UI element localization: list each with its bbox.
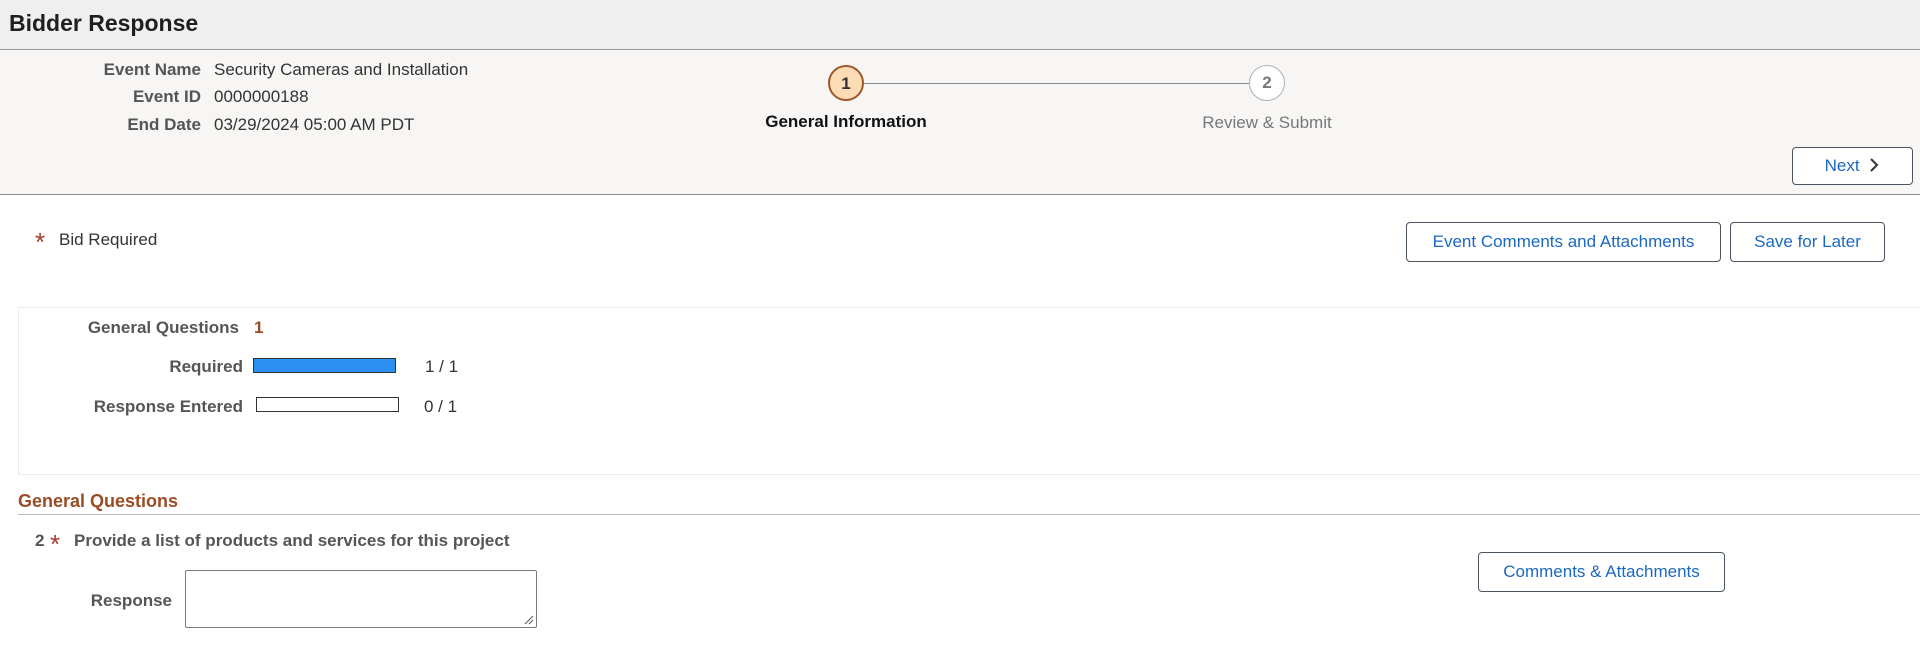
required-count: 1 / 1 <box>425 357 459 376</box>
next-button[interactable]: Next <box>1792 147 1913 185</box>
summary-heading-label: General Questions <box>87 318 239 337</box>
required-label: Required <box>169 357 243 376</box>
response-entered-label: Response Entered <box>93 397 243 416</box>
section-title: General Questions <box>18 491 179 511</box>
event-comments-attachments-button[interactable]: Event Comments and Attachments <box>1406 222 1721 262</box>
chevron-right-icon <box>1870 158 1879 172</box>
event-id-value: 0000000188 <box>214 87 309 106</box>
end-date-label: End Date <box>127 115 201 134</box>
resize-handle-icon[interactable] <box>524 615 534 625</box>
bid-required-label: Bid Required <box>59 230 158 249</box>
step-connector <box>864 83 1249 84</box>
comments-attachments-button[interactable]: Comments & Attachments <box>1478 552 1725 592</box>
event-name-label: Event Name <box>103 60 201 79</box>
end-date-value: 03/29/2024 05:00 AM PDT <box>214 115 415 134</box>
page-title: Bidder Response <box>9 10 199 36</box>
question-number: 2 <box>35 531 45 550</box>
required-progress-fill <box>254 359 395 372</box>
question-required-star-icon: * <box>50 529 61 559</box>
step-1-label[interactable]: General Information <box>746 112 946 132</box>
section-divider <box>18 514 1920 515</box>
save-for-later-button[interactable]: Save for Later <box>1730 222 1885 262</box>
response-label: Response <box>90 591 172 610</box>
required-progress-bar <box>253 358 396 373</box>
next-button-label: Next <box>1824 156 1860 175</box>
step-2-label[interactable]: Review & Submit <box>1167 113 1367 133</box>
summary-heading-count: 1 <box>254 318 264 337</box>
response-textarea[interactable] <box>185 570 537 628</box>
title-bar: Bidder Response <box>0 0 1920 50</box>
step-2-indicator[interactable]: 2 <box>1249 65 1285 101</box>
required-star-icon: * <box>35 227 46 257</box>
event-name-value: Security Cameras and Installation <box>214 60 469 79</box>
response-count: 0 / 1 <box>424 397 458 416</box>
summary-panel <box>18 307 1920 475</box>
step-1-indicator[interactable]: 1 <box>828 65 864 101</box>
response-progress-bar <box>256 397 399 412</box>
question-text: Provide a list of products and services … <box>74 531 510 550</box>
event-id-label: Event ID <box>132 87 201 106</box>
